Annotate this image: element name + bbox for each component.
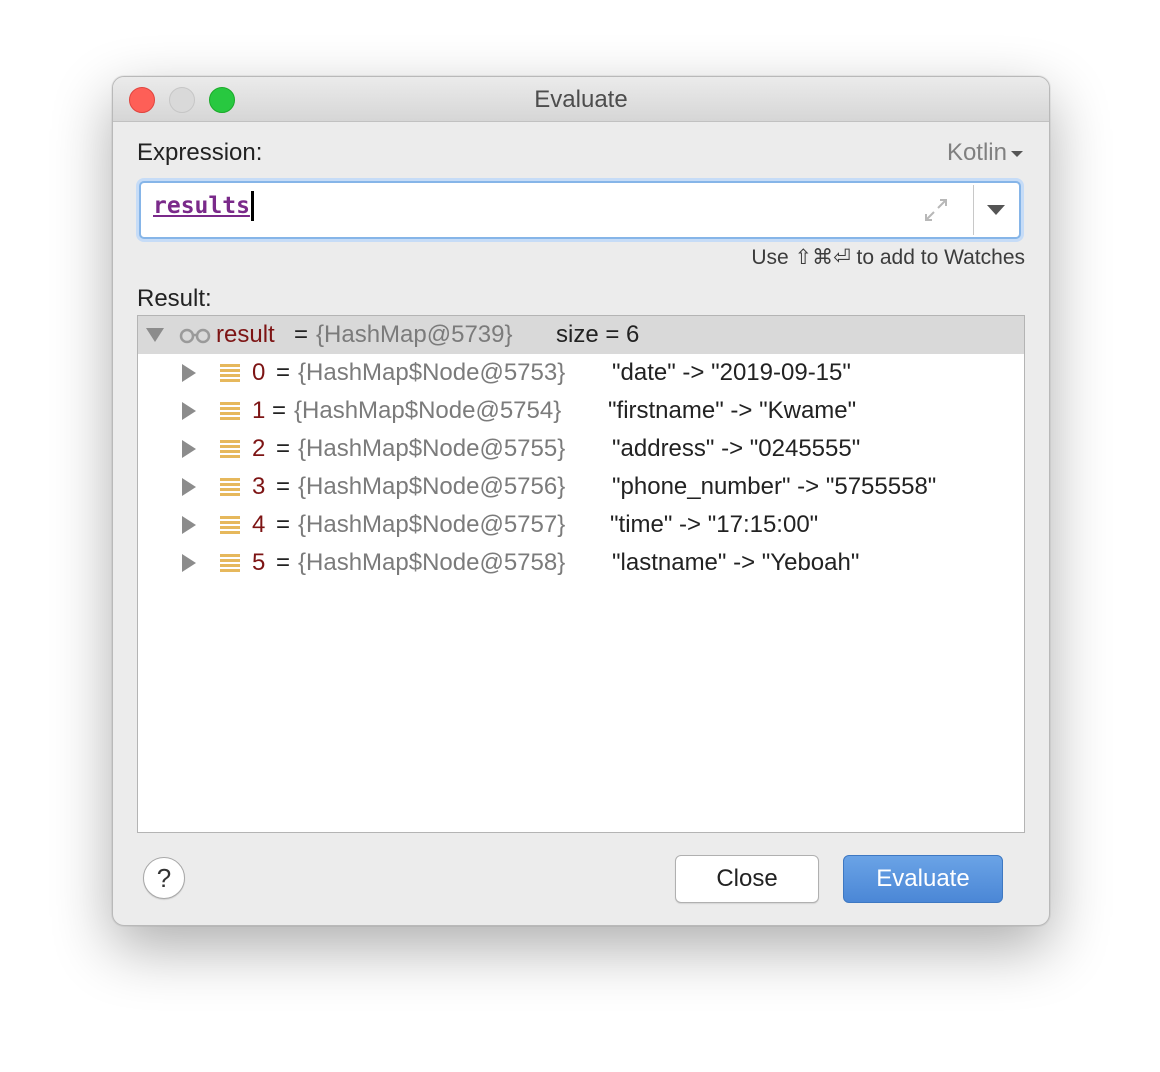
tree-row[interactable]: 2 = {HashMap$Node@5755} "address" -> "02… — [138, 430, 1024, 468]
title-bar: Evaluate — [113, 77, 1049, 122]
entry-node: {HashMap$Node@5754} — [294, 397, 562, 424]
tree-row[interactable]: 5 = {HashMap$Node@5758} "lastname" -> "Y… — [138, 544, 1024, 582]
entry-node: {HashMap$Node@5758} — [298, 549, 566, 576]
expand-arrow-icon[interactable] — [182, 364, 196, 382]
expand-arrow-icon[interactable] — [182, 478, 196, 496]
tree-root-row[interactable]: result = {HashMap@5739} size = 6 — [138, 316, 1024, 354]
expression-value: results — [153, 193, 250, 219]
expression-input[interactable]: results — [139, 181, 1021, 239]
caret-down-icon — [1011, 150, 1023, 157]
result-tree[interactable]: result = {HashMap@5739} size = 6 0 = {Ha… — [137, 315, 1025, 833]
entry-index: 5 — [252, 549, 266, 576]
collapse-arrow-icon[interactable] — [146, 328, 164, 342]
tree-row[interactable]: 3 = {HashMap$Node@5756} "phone_number" -… — [138, 468, 1024, 506]
entry-icon — [220, 364, 240, 382]
watches-hint: Use ⇧⌘⏎ to add to Watches — [751, 246, 1025, 269]
glasses-icon — [179, 328, 211, 344]
entry-node: {HashMap$Node@5757} — [298, 511, 566, 538]
entry-icon — [220, 516, 240, 534]
chevron-down-icon[interactable] — [987, 205, 1005, 215]
language-selector[interactable]: Kotlin — [947, 139, 1023, 167]
root-size: size = 6 — [556, 321, 640, 348]
expand-arrow-icon[interactable] — [182, 402, 196, 420]
entry-text: "time" -> "17:15:00" — [610, 511, 819, 538]
expand-icon[interactable] — [921, 195, 951, 225]
entry-node: {HashMap$Node@5753} — [298, 359, 566, 386]
entry-icon — [220, 554, 240, 572]
entry-equals: = — [276, 435, 291, 462]
expand-arrow-icon[interactable] — [182, 516, 196, 534]
entry-equals: = — [276, 549, 291, 576]
entry-index: 1 — [252, 397, 266, 424]
tree-row[interactable]: 4 = {HashMap$Node@5757} "time" -> "17:15… — [138, 506, 1024, 544]
expression-label: Expression: — [137, 139, 263, 166]
result-label: Result: — [137, 285, 212, 312]
entry-text: "phone_number" -> "5755558" — [612, 473, 937, 500]
entry-text: "firstname" -> "Kwame" — [608, 397, 857, 424]
entry-equals: = — [276, 511, 291, 538]
root-type: {HashMap@5739} — [316, 321, 513, 348]
text-cursor — [251, 191, 254, 221]
window-title: Evaluate — [534, 86, 628, 113]
expand-arrow-icon[interactable] — [182, 440, 196, 458]
entry-text: "lastname" -> "Yeboah" — [612, 549, 860, 576]
entry-equals: = — [276, 473, 291, 500]
entry-text: "address" -> "0245555" — [612, 435, 861, 462]
entry-node: {HashMap$Node@5755} — [298, 435, 566, 462]
expand-arrow-icon[interactable] — [182, 554, 196, 572]
evaluate-dialog: Evaluate Expression: Kotlin results Use … — [112, 76, 1050, 926]
entry-index: 2 — [252, 435, 266, 462]
entry-equals: = — [272, 397, 287, 424]
entry-index: 3 — [252, 473, 266, 500]
tree-row[interactable]: 1 = {HashMap$Node@5754} "firstname" -> "… — [138, 392, 1024, 430]
entry-index: 0 — [252, 359, 266, 386]
entry-text: "date" -> "2019-09-15" — [612, 359, 851, 386]
language-value: Kotlin — [946, 139, 1007, 166]
root-name: result — [216, 321, 275, 348]
entry-equals: = — [276, 359, 291, 386]
entry-icon — [220, 402, 240, 420]
tree-row[interactable]: 0 = {HashMap$Node@5753} "date" -> "2019-… — [138, 354, 1024, 392]
close-button[interactable]: Close — [675, 855, 819, 903]
input-divider — [973, 185, 974, 235]
entry-index: 4 — [252, 511, 266, 538]
root-equals: = — [294, 321, 309, 348]
evaluate-button[interactable]: Evaluate — [843, 855, 1003, 903]
entry-icon — [220, 440, 240, 458]
help-button[interactable]: ? — [143, 857, 185, 899]
entry-node: {HashMap$Node@5756} — [298, 473, 566, 500]
entry-icon — [220, 478, 240, 496]
